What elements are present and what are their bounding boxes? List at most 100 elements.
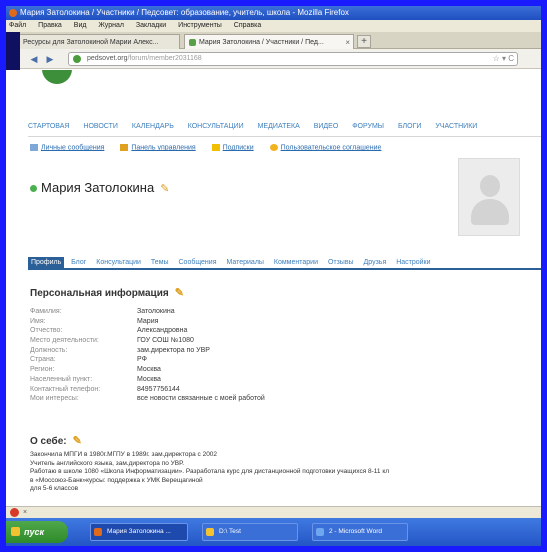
navigation-bar: ◀ ▶ pedsovet.org/forum/member2031168 ☆ ▾… bbox=[6, 49, 541, 69]
info-row: Страна: РФ bbox=[30, 355, 510, 365]
nav-mediateka[interactable]: МЕДИАТЕКА bbox=[258, 123, 300, 130]
subscriptions-label: Подписки bbox=[222, 144, 254, 152]
info-row: Населенный пункт: Москва bbox=[30, 375, 510, 385]
info-label: Отчество: bbox=[30, 327, 63, 335]
tab-blog[interactable]: Блог bbox=[68, 257, 89, 268]
personal-info-list: Фамилия: Затолокина Имя: Мария Отчество: Ал… bbox=[30, 307, 510, 404]
site-navigation: СТАРТОВАЯ НОВОСТИ КАЛЕНДАРЬ КОНСУЛЬТАЦИИ… bbox=[28, 123, 541, 137]
close-icon[interactable]: × bbox=[23, 507, 27, 518]
nav-consultations[interactable]: КОНСУЛЬТАЦИИ bbox=[188, 123, 244, 130]
tab-friends[interactable]: Друзья bbox=[361, 257, 390, 268]
messages-link[interactable]: Личные сообщения bbox=[30, 144, 104, 151]
menu-view[interactable]: Вид bbox=[74, 22, 87, 29]
task-label: 2 - Microsoft Word bbox=[329, 528, 382, 535]
task-label: D:\ Test bbox=[219, 528, 241, 535]
info-label: Регион: bbox=[30, 366, 55, 374]
pencil-icon[interactable]: ✎ bbox=[160, 182, 169, 195]
tab-consultations[interactable]: Консультации bbox=[93, 257, 144, 268]
menu-edit[interactable]: Правка bbox=[38, 22, 62, 29]
nav-video[interactable]: ВИДЕО bbox=[314, 123, 339, 130]
start-label: пуск bbox=[24, 527, 45, 537]
info-label: Должность: bbox=[30, 346, 68, 354]
web-page: СТАРТОВАЯ НОВОСТИ КАЛЕНДАРЬ КОНСУЛЬТАЦИИ… bbox=[6, 70, 541, 506]
url-domain: pedsovet.org bbox=[87, 55, 128, 62]
url-tools[interactable]: ☆ ▾ C bbox=[493, 53, 514, 65]
pencil-icon bbox=[120, 144, 129, 151]
folder-icon bbox=[206, 528, 214, 536]
menu-help[interactable]: Справка bbox=[234, 22, 261, 29]
nav-members[interactable]: УЧАСТНИКИ bbox=[435, 123, 477, 130]
taskbar-item-folder[interactable]: D:\ Test bbox=[202, 523, 298, 541]
task-label: Мария Затолокина ... bbox=[107, 528, 171, 535]
info-row: Контактный телефон: 84957756144 bbox=[30, 385, 510, 395]
site-identity-icon bbox=[73, 55, 81, 63]
tab-favicon bbox=[189, 39, 196, 46]
about-text: Закончила МПГИ в 1980г.МГПУ в 1989г. зам… bbox=[30, 451, 530, 494]
start-button[interactable]: пуск bbox=[6, 521, 68, 543]
menu-tools[interactable]: Инструменты bbox=[178, 22, 222, 29]
browser-tab-active[interactable]: Мария Затолокина / Участники / Пед... × bbox=[184, 34, 354, 49]
url-path: /forum/member2031168 bbox=[127, 55, 202, 62]
info-row: Фамилия: Затолокина bbox=[30, 307, 510, 317]
site-logo[interactable] bbox=[42, 70, 72, 84]
back-icon[interactable]: ◀ bbox=[28, 53, 40, 65]
tab-topics[interactable]: Темы bbox=[148, 257, 172, 268]
menu-history[interactable]: Журнал bbox=[98, 22, 124, 29]
tab-profile[interactable]: Профиль bbox=[28, 257, 65, 268]
stop-icon[interactable] bbox=[10, 508, 19, 517]
online-status-icon bbox=[30, 185, 37, 193]
profile-name: Мария Затолокина bbox=[41, 180, 155, 195]
user-agreement-link[interactable]: Пользовательское соглашение bbox=[269, 144, 382, 152]
tab-reviews[interactable]: Отзывы bbox=[325, 257, 357, 268]
personal-info-title: Персональная информация bbox=[30, 288, 169, 299]
subscriptions-link[interactable]: Подписки bbox=[211, 144, 254, 152]
info-row: Должность: зам.директора по УВР bbox=[30, 346, 510, 356]
tab-materials[interactable]: Материалы bbox=[223, 257, 266, 268]
about-line: Работаю в школе 1080 «Школа Информатизац… bbox=[30, 468, 390, 475]
word-icon bbox=[316, 528, 324, 536]
menu-file[interactable]: Файл bbox=[9, 22, 26, 29]
nav-calendar[interactable]: КАЛЕНДАРЬ bbox=[132, 123, 174, 130]
taskbar-item-firefox[interactable]: Мария Затолокина ... bbox=[90, 523, 188, 541]
nav-news[interactable]: НОВОСТИ bbox=[83, 123, 118, 130]
nav-blogs[interactable]: БЛОГИ bbox=[398, 123, 421, 130]
personal-info-heading: Персональная информация ✎ bbox=[30, 286, 184, 299]
pencil-icon[interactable]: ✎ bbox=[175, 286, 184, 299]
window-title: Мария Затолокина / Участники / Педсовет:… bbox=[20, 8, 349, 17]
tab-settings[interactable]: Настройки bbox=[393, 257, 433, 268]
browser-tab[interactable]: Ресурсы для Затолокиной Марии Алекс... bbox=[8, 34, 180, 49]
tab-messages[interactable]: Сообщения bbox=[176, 257, 220, 268]
info-row: Мои интересы: все новости связанные с мое… bbox=[30, 394, 510, 404]
user-icon bbox=[269, 144, 278, 151]
tab-title: Ресурсы для Затолокиной Марии Алекс... bbox=[23, 39, 159, 46]
nav-start[interactable]: СТАРТОВАЯ bbox=[28, 123, 69, 130]
avatar[interactable] bbox=[458, 158, 520, 236]
pencil-icon[interactable]: ✎ bbox=[73, 434, 82, 447]
browser-tabstrip: Ресурсы для Затолокиной Марии Алекс... М… bbox=[6, 32, 541, 49]
about-line: для 5-6 классов bbox=[30, 485, 79, 492]
info-label: Населенный пункт: bbox=[30, 375, 93, 383]
new-tab-button[interactable]: + bbox=[357, 35, 371, 48]
forward-icon[interactable]: ▶ bbox=[44, 53, 56, 65]
address-bar[interactable]: pedsovet.org/forum/member2031168 ☆ ▾ C bbox=[68, 52, 518, 66]
taskbar-item-word[interactable]: 2 - Microsoft Word bbox=[312, 523, 408, 541]
user-agreement-label: Пользовательское соглашение bbox=[280, 144, 382, 152]
menu-bookmarks[interactable]: Закладки bbox=[136, 22, 166, 29]
messages-label: Личные сообщения bbox=[41, 144, 105, 152]
window-titlebar: Мария Затолокина / Участники / Педсовет:… bbox=[6, 6, 541, 20]
control-panel-label: Панель управления bbox=[131, 144, 196, 152]
info-label: Мои интересы: bbox=[30, 395, 79, 403]
info-label: Имя: bbox=[30, 317, 46, 325]
info-value: Затолокина bbox=[137, 308, 175, 315]
about-line: Учитель английского языка, зам.директора… bbox=[30, 459, 185, 467]
nav-forums[interactable]: ФОРУМЫ bbox=[352, 123, 384, 130]
avatar-head-shape bbox=[480, 175, 500, 197]
tab-comments[interactable]: Комментарии bbox=[271, 257, 321, 268]
control-panel-link[interactable]: Панель управления bbox=[120, 144, 196, 152]
avatar-body-shape bbox=[471, 199, 509, 225]
close-tab-icon[interactable]: × bbox=[345, 35, 350, 49]
info-label: Фамилия: bbox=[30, 308, 62, 315]
lightning-icon bbox=[211, 144, 220, 151]
info-row: Регион: Москва bbox=[30, 365, 510, 375]
status-bar: × bbox=[6, 506, 541, 518]
